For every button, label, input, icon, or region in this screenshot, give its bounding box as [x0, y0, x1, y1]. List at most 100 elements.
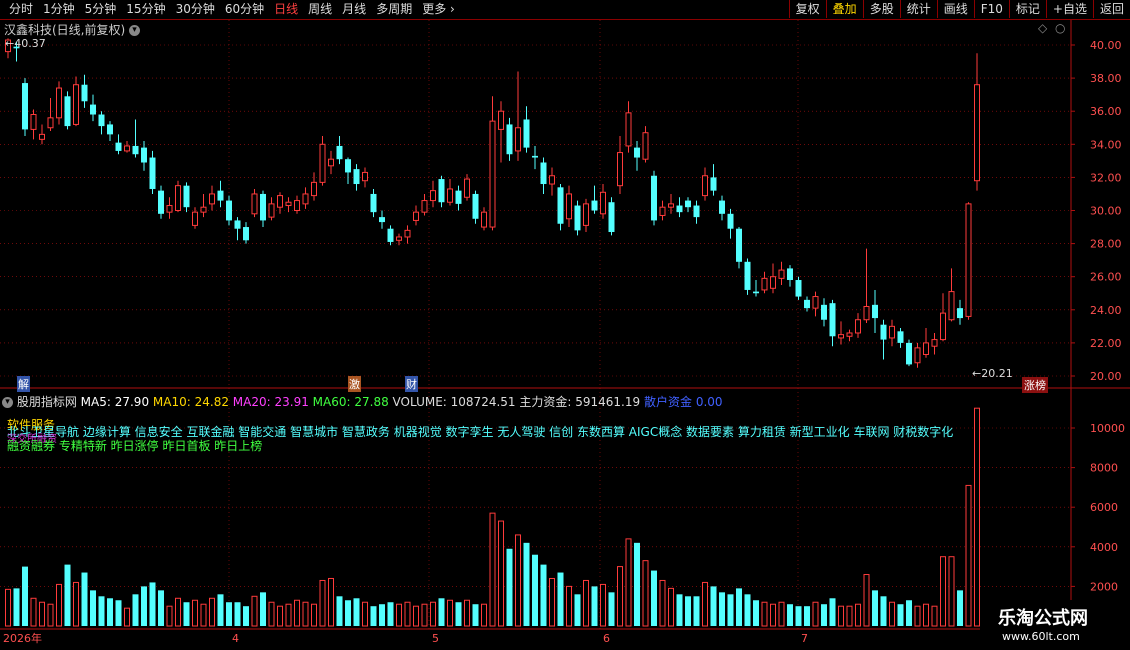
period-tab-10[interactable]: 更多 › [417, 1, 460, 18]
period-tab-8[interactable]: 月线 [337, 1, 371, 18]
volume-bar-down [90, 590, 96, 626]
volume-bar-up [702, 581, 708, 627]
candle-body-up [319, 143, 326, 183]
volume-bar-up [914, 605, 921, 627]
kline-chart[interactable]: 40.0038.0036.0034.0032.0030.0028.0026.00… [0, 20, 1130, 650]
volume-bar-up [5, 588, 11, 627]
period-tab-4[interactable]: 30分钟 [171, 1, 220, 18]
date-tick-label: 4 [232, 632, 239, 645]
candle-body-down [455, 190, 462, 204]
zhangbang-badge[interactable]: 涨榜 [1022, 377, 1048, 393]
volume-bar-up [73, 581, 79, 627]
volume-bar-up [668, 587, 674, 627]
candle-body-up [396, 236, 402, 241]
candle-body-up [863, 305, 870, 321]
price-tick-label: 30.00 [1090, 205, 1122, 218]
volume-bar-down [183, 602, 190, 626]
period-tab-7[interactable]: 周线 [303, 1, 337, 18]
toolbar-button-7[interactable]: +自选 [1045, 0, 1093, 18]
candle-body-down [591, 200, 598, 211]
candle-body-down [804, 299, 810, 309]
candle-body-up [39, 133, 45, 140]
volume-bar-up [328, 577, 334, 627]
toolbar-button-5[interactable]: F10 [973, 0, 1009, 18]
volume-bar-up [659, 579, 666, 627]
toolbar-button-4[interactable]: 画线 [936, 0, 974, 18]
candle-body-up [328, 158, 334, 167]
period-tab-6[interactable]: 日线 [269, 1, 303, 18]
marker-ji[interactable]: 激 [348, 376, 361, 392]
volume-bar-up [642, 560, 649, 627]
retail-fund-value: 0.00 [695, 395, 723, 409]
volume-bar-down [795, 606, 802, 626]
circle-icon[interactable]: ○ [1055, 21, 1065, 35]
candle-body-up [464, 178, 470, 198]
top-toolbar: 分时 1分钟 5分钟 15分钟 30分钟 60分钟 日线 周线 月线 多周期 更多 › 复权 叠加 多股… [0, 0, 1130, 20]
volume-bar-down [336, 596, 343, 626]
toolbar-button-2[interactable]: 多股 [862, 0, 900, 18]
volume-bar-down [753, 600, 759, 626]
toolbar-button-3[interactable]: 统计 [899, 0, 937, 18]
volume-bar-up [617, 566, 623, 627]
marker-cai[interactable]: 财 [405, 376, 418, 392]
volume-bar-up [277, 605, 283, 627]
volume-bar-up [812, 601, 819, 627]
toolbar-button-6[interactable]: 标记 [1008, 0, 1046, 18]
title-dropdown-icon[interactable]: ▾ [129, 25, 141, 36]
toolbar-button-1[interactable]: 叠加 [825, 0, 863, 18]
volume-bar-up [566, 585, 572, 627]
volume-bar-down [557, 572, 564, 626]
candle-body-up [778, 269, 785, 279]
price-tick-label: 20.00 [1090, 370, 1122, 383]
volume-bar-up [396, 603, 402, 627]
candle-body-down [557, 187, 564, 224]
candle-body-down [523, 119, 530, 148]
candle-body-up [583, 203, 589, 226]
candle-body-up [166, 205, 173, 213]
volume-bar-up [39, 601, 45, 627]
marker-jie[interactable]: 解 [17, 376, 30, 392]
indicator-dropdown-icon[interactable]: ▾ [2, 397, 13, 408]
period-tab-1[interactable]: 1分钟 [38, 1, 80, 18]
volume-bar-up [863, 574, 870, 627]
period-tab-2[interactable]: 5分钟 [80, 1, 122, 18]
candle-body-down [736, 228, 742, 262]
candle-body-down [183, 185, 190, 208]
price-tick-label: 24.00 [1090, 304, 1122, 317]
candle-body-up [362, 171, 368, 182]
volume-bar-down [472, 604, 479, 626]
period-tab-9[interactable]: 多周期 [371, 1, 417, 18]
period-tab-3[interactable]: 15分钟 [121, 1, 170, 18]
candle-body-up [124, 145, 130, 152]
candle-body-down [744, 261, 751, 290]
volume-bar-up [124, 607, 130, 627]
candle-body-up [668, 203, 674, 208]
candle-body-up [192, 211, 198, 226]
volume-bar-down [693, 596, 700, 626]
volume-bar-up [430, 601, 436, 627]
volume-bar-down [81, 572, 88, 626]
candle-body-down [243, 227, 249, 241]
volume-bar-down [243, 606, 249, 626]
toolbar-button-8[interactable]: 返回 [1092, 0, 1130, 18]
volume-bar-down [438, 598, 445, 626]
watermark-logo: 乐淘公式网 www.60lt.com [980, 600, 1130, 650]
toolbar-button-0[interactable]: 复权 [788, 0, 826, 18]
date-tick-label: 5 [432, 632, 439, 645]
period-tab-5[interactable]: 60分钟 [220, 1, 269, 18]
volume-tick-label: 2000 [1090, 580, 1118, 593]
price-tick-label: 36.00 [1090, 105, 1122, 118]
volume-bar-up [549, 577, 555, 627]
indicator-name[interactable]: 股朋指标网 [17, 395, 77, 409]
candle-body-down [532, 155, 538, 158]
diamond-icon[interactable]: ◇ [1038, 21, 1047, 35]
candle-body-down [260, 193, 266, 221]
period-tab-0[interactable]: 分时 [4, 1, 38, 18]
toolbar-buttons: 复权 叠加 多股 统计 画线 F10 标记 +自选 返回 [788, 0, 1130, 18]
volume-bar-down [821, 604, 827, 626]
price-tick-label: 26.00 [1090, 271, 1122, 284]
volume-bar-down [727, 594, 734, 626]
candle-body-down [90, 104, 96, 115]
low-price-value: 20.21 [981, 367, 1013, 380]
volume-bar-up [846, 605, 853, 627]
